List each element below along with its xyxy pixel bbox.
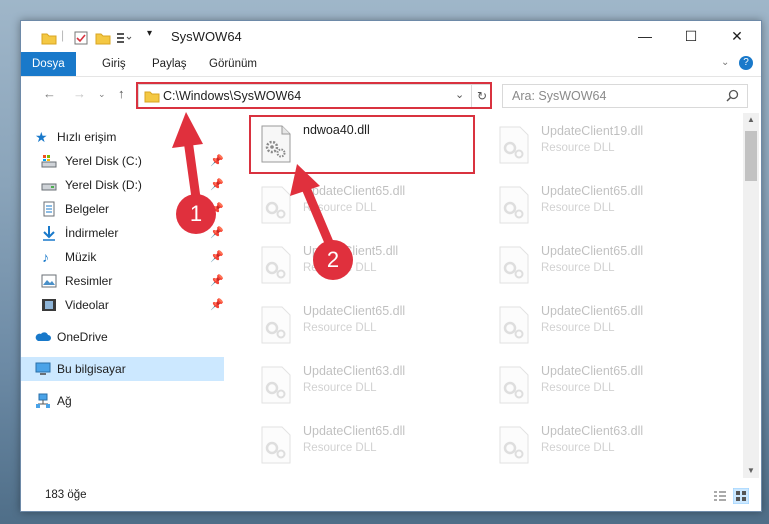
arrow-to-address	[172, 112, 203, 210]
step-badge-2: 2	[313, 240, 353, 280]
arrow-to-file	[290, 164, 338, 257]
annotation-arrows	[172, 112, 338, 257]
step-badge-1: 1	[176, 194, 216, 234]
